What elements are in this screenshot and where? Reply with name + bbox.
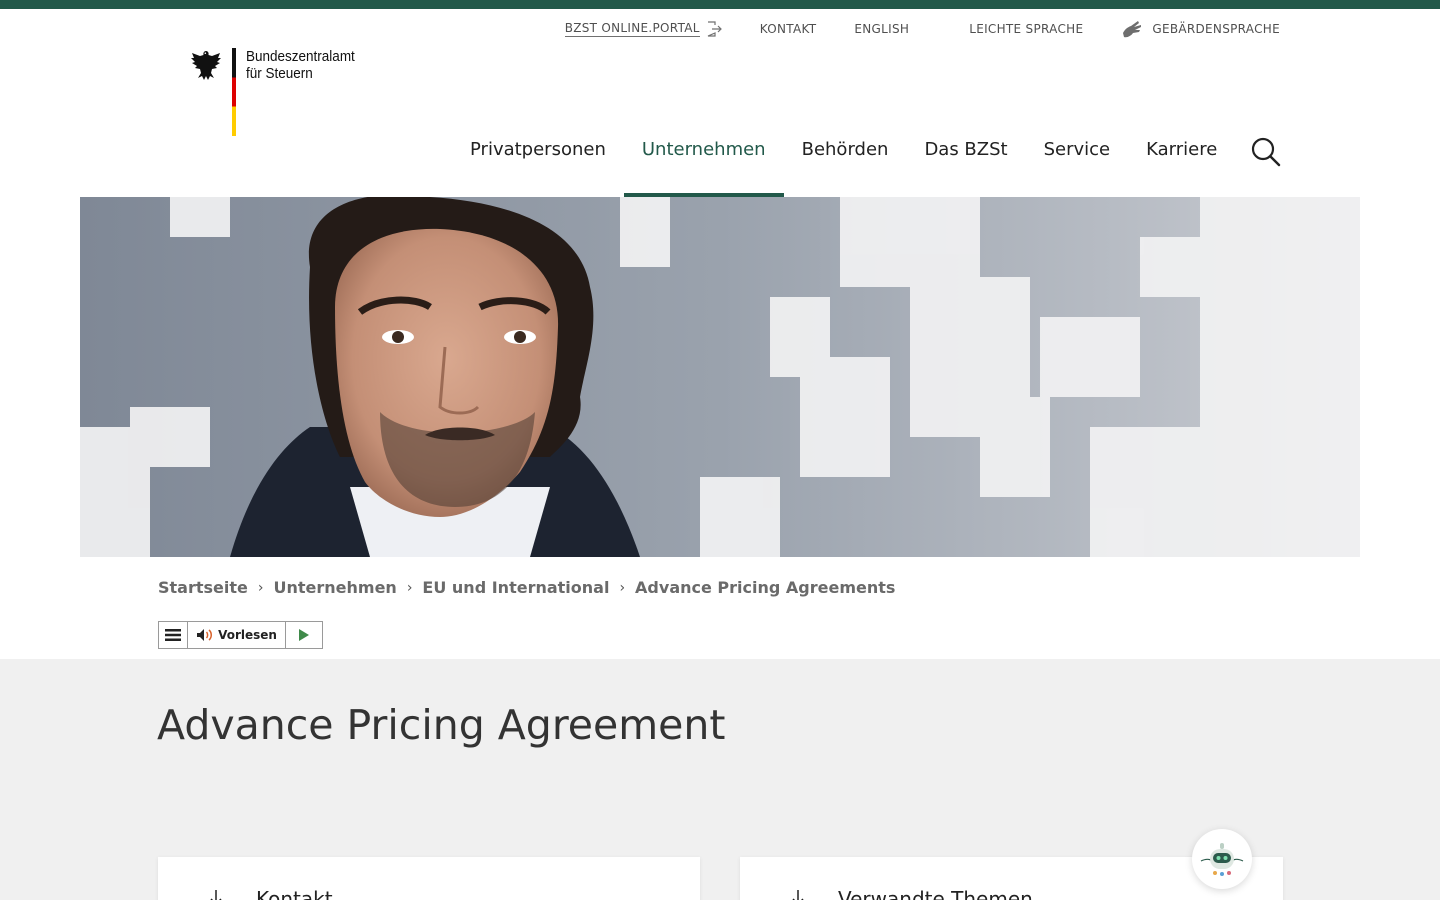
nav-karriere[interactable]: Karriere	[1128, 125, 1235, 197]
nav-unternehmen[interactable]: Unternehmen	[623, 125, 784, 197]
gebaerdensprache-link[interactable]: GEBÄRDENSPRACHE	[1121, 19, 1280, 39]
leichte-sprache-link[interactable]: LEICHTE SPRACHE	[969, 22, 1083, 36]
logo-wordmark: Bundeszentralamt für Steuern	[246, 48, 355, 136]
nav-service[interactable]: Service	[1026, 125, 1129, 197]
kontakt-card-title: Kontakt	[256, 887, 333, 900]
verwandte-themen-card-title: Verwandte Themen	[838, 887, 1033, 900]
top-accent-bar	[0, 0, 1440, 9]
chatbot-robot-icon	[1200, 843, 1244, 876]
arrow-down-icon	[210, 890, 222, 900]
online-portal-label: BZST ONLINE.PORTAL	[564, 21, 700, 37]
nav-behoerden[interactable]: Behörden	[784, 125, 907, 197]
search-button[interactable]	[1250, 136, 1282, 168]
play-icon	[299, 629, 309, 641]
sign-language-icon	[1123, 21, 1142, 38]
service-navigation: BZST ONLINE.PORTAL KONTAKT ENGLISH LEICH…	[527, 20, 1280, 38]
external-login-icon	[707, 21, 722, 37]
hero-image	[80, 197, 1360, 557]
online-portal-link[interactable]: BZST ONLINE.PORTAL	[564, 21, 722, 37]
reader-menu-button[interactable]	[159, 622, 188, 648]
play-button[interactable]	[286, 622, 322, 648]
breadcrumb-separator: ›	[406, 579, 413, 596]
search-icon	[1251, 137, 1281, 167]
nav-das-bzst[interactable]: Das BZSt	[906, 125, 1025, 197]
flag-bar	[232, 48, 236, 136]
logo-line-2: für Steuern	[246, 65, 313, 82]
vorlesen-label: Vorlesen	[218, 628, 277, 642]
breadcrumb-separator: ›	[619, 579, 626, 596]
kontakt-link[interactable]: KONTAKT	[760, 22, 817, 36]
breadcrumb-eu-international[interactable]: EU und International	[422, 578, 609, 597]
breadcrumb-separator: ›	[257, 579, 264, 596]
readspeaker-widget: Vorlesen	[158, 621, 323, 649]
breadcrumb-unternehmen[interactable]: Unternehmen	[273, 578, 396, 597]
bzst-logo[interactable]: Bundeszentralamt für Steuern	[188, 48, 367, 136]
vorlesen-button[interactable]: Vorlesen	[188, 622, 286, 648]
logo-line-1: Bundeszentralamt	[246, 48, 355, 65]
breadcrumb-current: Advance Pricing Agreements	[635, 578, 896, 597]
main-navigation: Privatpersonen Unternehmen Behörden Das …	[452, 125, 1235, 197]
breadcrumb: Startseite › Unternehmen › EU und Intern…	[158, 578, 895, 597]
speaker-icon	[197, 629, 213, 641]
nav-privatpersonen[interactable]: Privatpersonen	[452, 125, 624, 197]
hero-illustration	[80, 197, 1360, 557]
menu-icon	[165, 629, 181, 641]
chatbot-button[interactable]	[1192, 829, 1252, 889]
gebaerdensprache-label: GEBÄRDENSPRACHE	[1152, 22, 1280, 36]
page-title: Advance Pricing Agreement	[157, 701, 726, 749]
arrow-down-icon	[792, 890, 804, 900]
english-link[interactable]: ENGLISH	[854, 22, 909, 36]
kontakt-card[interactable]: Kontakt	[158, 857, 700, 900]
federal-eagle-icon	[191, 51, 221, 80]
breadcrumb-startseite[interactable]: Startseite	[158, 578, 248, 597]
